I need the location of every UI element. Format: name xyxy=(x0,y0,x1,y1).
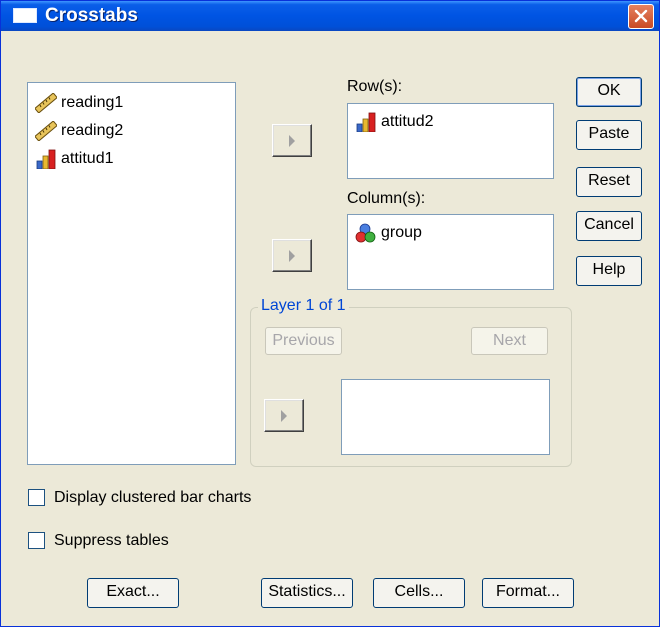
crosstabs-dialog: Crosstabs reading1 reading2 attitud1 Row… xyxy=(0,0,660,627)
variable-label: group xyxy=(381,224,422,241)
checkbox-label: Suppress tables xyxy=(54,532,169,549)
layer-title: Layer 1 of 1 xyxy=(258,297,349,315)
help-button[interactable]: Help xyxy=(576,256,642,286)
cancel-button[interactable]: Cancel xyxy=(576,211,642,241)
bar-chart-icon xyxy=(356,112,376,132)
rows-label: Row(s): xyxy=(347,78,403,95)
statistics-button[interactable]: Statistics... xyxy=(261,578,353,608)
nominal-circles-icon xyxy=(355,223,376,243)
list-item[interactable]: attitud1 xyxy=(35,147,225,171)
format-button[interactable]: Format... xyxy=(482,578,574,608)
clustered-bar-checkbox[interactable]: Display clustered bar charts xyxy=(28,488,288,508)
close-icon xyxy=(634,9,648,23)
previous-button[interactable]: Previous xyxy=(265,327,342,355)
ok-button[interactable]: OK xyxy=(576,77,642,107)
list-item[interactable]: group xyxy=(355,221,545,245)
suppress-tables-checkbox[interactable]: Suppress tables xyxy=(28,531,228,551)
window-title: Crosstabs xyxy=(45,5,138,26)
variable-label: reading2 xyxy=(61,122,124,139)
columns-list[interactable]: group xyxy=(347,214,554,290)
arrow-right-icon xyxy=(289,250,295,262)
rows-list[interactable]: attitud2 xyxy=(347,103,554,179)
list-item[interactable]: reading1 xyxy=(35,91,225,115)
paste-button[interactable]: Paste xyxy=(576,120,642,150)
columns-label: Column(s): xyxy=(347,190,426,207)
ruler-icon xyxy=(35,121,57,141)
cells-button[interactable]: Cells... xyxy=(373,578,465,608)
next-button[interactable]: Next xyxy=(471,327,548,355)
window-icon xyxy=(13,8,37,23)
move-to-rows-button[interactable] xyxy=(272,124,312,157)
source-variable-list[interactable]: reading1 reading2 attitud1 xyxy=(27,82,236,465)
checkbox-box[interactable] xyxy=(28,489,45,506)
variable-label: attitud2 xyxy=(381,113,434,130)
variable-label: attitud1 xyxy=(61,150,114,167)
move-to-columns-button[interactable] xyxy=(272,239,312,272)
title-bar[interactable]: Crosstabs xyxy=(1,1,659,31)
reset-button[interactable]: Reset xyxy=(576,167,642,197)
list-item[interactable]: attitud2 xyxy=(355,110,545,134)
bar-chart-icon xyxy=(36,149,56,169)
list-item[interactable]: reading2 xyxy=(35,119,225,143)
ruler-icon xyxy=(35,93,57,113)
checkbox-box[interactable] xyxy=(28,532,45,549)
checkbox-label: Display clustered bar charts xyxy=(54,489,252,506)
close-button[interactable] xyxy=(628,4,654,29)
arrow-right-icon xyxy=(289,135,295,147)
exact-button[interactable]: Exact... xyxy=(87,578,179,608)
layer-list[interactable] xyxy=(341,379,550,455)
variable-label: reading1 xyxy=(61,94,124,111)
